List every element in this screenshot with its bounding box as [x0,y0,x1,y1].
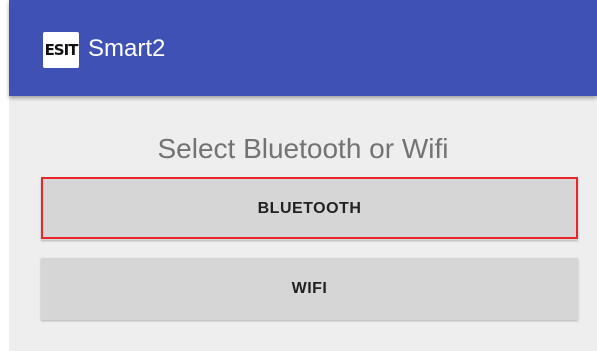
wifi-button[interactable]: WIFI [41,258,578,320]
bluetooth-button[interactable]: BLUETOOTH [41,178,578,240]
wifi-button-label: WIFI [291,280,328,297]
app-title: Smart2 [88,35,166,62]
app-logo-text: ESIT [44,41,79,59]
bluetooth-button-label: BLUETOOTH [257,200,362,217]
main-content: Select Bluetooth or Wifi BLUETOOTH WIFI [9,96,597,351]
app-bar: ESIT Smart2 [9,0,597,96]
app-logo-icon: ESIT [43,32,79,68]
app-screen: ESIT Smart2 Select Bluetooth or Wifi BLU… [9,0,597,351]
page-title: Select Bluetooth or Wifi [157,133,449,164]
